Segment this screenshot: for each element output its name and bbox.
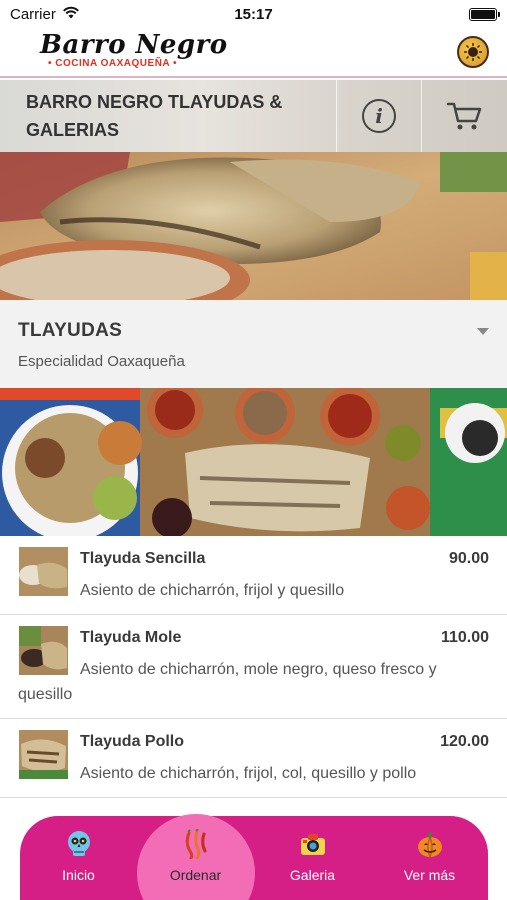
hero-food-image xyxy=(0,152,507,300)
bottom-nav: Inicio Ordenar Galeria Ver más xyxy=(20,814,488,900)
menu-item[interactable]: Tlayuda Sencilla 90.00 Asiento de chicha… xyxy=(0,536,507,615)
carrier-label: Carrier xyxy=(10,5,56,23)
nav-label: Inicio xyxy=(62,867,95,883)
restaurant-bar: BARRO NEGRO TLAYUDAS & GALERIAS i xyxy=(0,80,507,152)
menu-list: Tlayuda Sencilla 90.00 Asiento de chicha… xyxy=(0,536,507,798)
cart-icon xyxy=(446,102,482,130)
skull-icon xyxy=(67,831,90,856)
item-description: Asiento de chicharrón, frijol, col, ques… xyxy=(80,765,417,782)
info-icon: i xyxy=(362,99,396,133)
camera-icon xyxy=(300,834,325,855)
battery-icon xyxy=(469,7,500,21)
brand-logo[interactable]: Barro Negro • COCINA OAXAQUEÑA • xyxy=(40,30,228,69)
nav-item-ver-mas[interactable]: Ver más xyxy=(371,816,488,900)
category-subtitle: Especialidad Oaxaqueña xyxy=(18,353,185,370)
item-name: Tlayuda Sencilla xyxy=(80,550,206,567)
nav-label: Ordenar xyxy=(169,867,222,883)
brand-header: Barro Negro • COCINA OAXAQUEÑA • xyxy=(0,28,507,78)
wifi-icon xyxy=(62,6,80,23)
nav-item-inicio[interactable]: Inicio xyxy=(20,816,137,900)
category-header[interactable]: TLAYUDAS Especialidad Oaxaqueña xyxy=(0,300,507,388)
status-bar: Carrier 15:17 xyxy=(0,0,507,28)
restaurant-title: BARRO NEGRO TLAYUDAS & GALERIAS xyxy=(26,92,283,140)
nav-label: Galeria xyxy=(289,867,336,883)
nav-label: Ver más xyxy=(403,867,456,883)
info-button[interactable]: i xyxy=(337,80,421,152)
account-button[interactable] xyxy=(457,36,489,68)
item-thumbnail xyxy=(19,626,68,675)
brand-name: Barro Negro xyxy=(40,30,228,60)
item-name: Tlayuda Pollo xyxy=(80,733,185,750)
cart-button[interactable] xyxy=(422,80,506,152)
pumpkin-icon xyxy=(417,832,442,858)
item-price: 90.00 xyxy=(448,550,489,567)
chili-icon xyxy=(185,829,206,859)
category-title: TLAYUDAS xyxy=(18,320,123,341)
menu-item[interactable]: Tlayuda Mole 110.00 Asiento de chicharró… xyxy=(0,615,507,719)
nav-item-ordenar[interactable]: Ordenar xyxy=(137,814,255,900)
item-price: 110.00 xyxy=(440,629,489,646)
item-description: Asiento de chicharrón, mole negro, queso… xyxy=(18,661,437,703)
item-description: Asiento de chicharrón, frijol y quesillo xyxy=(80,582,345,599)
menu-item[interactable]: Tlayuda Pollo 120.00 Asiento de chicharr… xyxy=(0,719,507,798)
item-thumbnail xyxy=(19,730,68,779)
category-image xyxy=(0,388,507,536)
chevron-down-icon[interactable] xyxy=(477,328,489,335)
sun-logo-icon xyxy=(464,43,482,61)
item-name: Tlayuda Mole xyxy=(80,629,182,646)
item-thumbnail xyxy=(19,547,68,596)
item-price: 120.00 xyxy=(440,733,489,750)
nav-item-galeria[interactable]: Galeria xyxy=(254,816,371,900)
